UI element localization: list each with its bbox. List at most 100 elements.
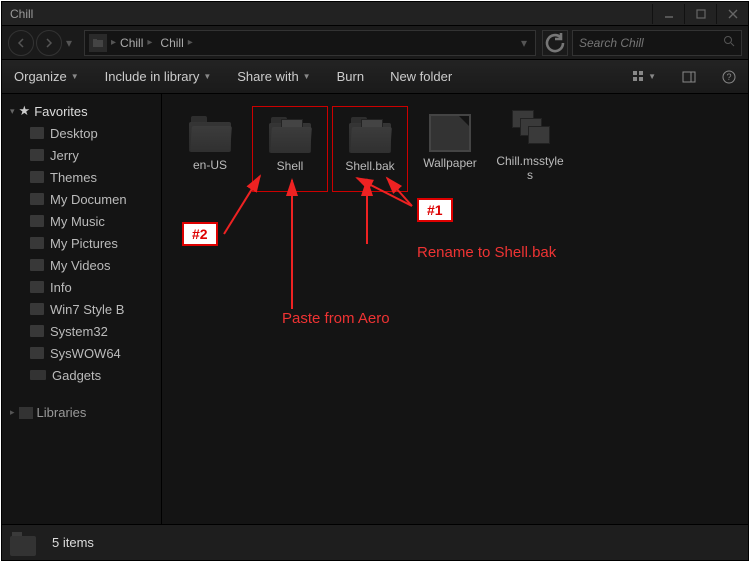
sidebar-libraries-header[interactable]: ▸ Libraries (2, 402, 161, 423)
folder-icon (30, 347, 44, 359)
refresh-button[interactable] (542, 30, 568, 56)
sidebar-item-my-music[interactable]: My Music (2, 210, 161, 232)
sidebar-favorites-header[interactable]: ▾ ★ Favorites (2, 100, 161, 122)
include-in-library-button[interactable]: Include in library▼ (105, 69, 212, 84)
sidebar-header-label: Libraries (37, 405, 87, 420)
sidebar-item-my-videos[interactable]: My Videos (2, 254, 161, 276)
folder-icon (187, 110, 233, 154)
folder-icon (89, 34, 107, 52)
annotation-callout-1: #1 (417, 198, 453, 222)
folder-icon (30, 215, 44, 227)
sidebar-item-jerry[interactable]: Jerry (2, 144, 161, 166)
folder-icon (30, 127, 44, 139)
sidebar-item-gadgets[interactable]: Gadgets (2, 364, 161, 386)
chevron-down-icon: ▼ (203, 72, 211, 81)
content-pane[interactable]: en-US Shell Shell.bak Wallpaper Chill.ms… (162, 94, 748, 530)
toolbar-label: Burn (337, 69, 364, 84)
file-label: Wallpaper (423, 156, 477, 184)
burn-button[interactable]: Burn (337, 69, 364, 84)
sidebar-item-label: SysWOW64 (50, 346, 121, 361)
sidebar-item-label: Gadgets (52, 368, 101, 383)
folder-icon (30, 149, 44, 161)
folder-icon (30, 171, 44, 183)
chevron-right-icon: ▸ (10, 407, 15, 418)
chevron-down-icon: ▾ (10, 106, 15, 117)
toolbar-label: Include in library (105, 69, 200, 84)
chevron-right-icon: ▸ (147, 37, 152, 48)
sidebar-item-my-pictures[interactable]: My Pictures (2, 232, 161, 254)
breadcrumb-segment[interactable]: Chill ▸ (116, 36, 156, 50)
folder-icon (10, 530, 38, 556)
folder-icon (30, 237, 44, 249)
view-options-button[interactable]: ▼ (632, 70, 656, 84)
msstyles-icon (508, 110, 552, 150)
file-item-wallpaper[interactable]: Wallpaper (412, 106, 488, 192)
sidebar-item-label: Win7 Style B (50, 302, 124, 317)
file-label: Chill.msstyles (494, 154, 566, 182)
breadcrumb[interactable]: ▸ Chill ▸ Chill ▸ ▾ (84, 30, 536, 56)
sidebar-item-label: My Music (50, 214, 105, 229)
annotation-text-paste: Paste from Aero (282, 310, 390, 327)
chevron-right-icon: ▸ (188, 37, 193, 48)
back-button[interactable] (8, 30, 34, 56)
folder-icon (30, 325, 44, 337)
file-label: Shell.bak (345, 159, 394, 187)
breadcrumb-label: Chill (120, 36, 143, 50)
new-folder-button[interactable]: New folder (390, 69, 452, 84)
chevron-down-icon: ▼ (303, 72, 311, 81)
annotation-callout-2: #2 (182, 222, 218, 246)
sidebar-item-label: My Pictures (50, 236, 118, 251)
folder-icon (30, 193, 44, 205)
sidebar-item-info[interactable]: Info (2, 276, 161, 298)
sidebar-item-win7-style[interactable]: Win7 Style B (2, 298, 161, 320)
folder-icon (30, 303, 44, 315)
folder-item-shell[interactable]: Shell (252, 106, 328, 192)
toolbar-label: Share with (237, 69, 298, 84)
sidebar-item-label: Desktop (50, 126, 98, 141)
sidebar-header-label: Favorites (34, 104, 87, 119)
title-bar: Chill (2, 2, 748, 26)
toolbar: Organize▼ Include in library▼ Share with… (2, 60, 748, 94)
folder-icon (30, 259, 44, 271)
folder-item-shell-bak[interactable]: Shell.bak (332, 106, 408, 192)
folder-item-en-us[interactable]: en-US (172, 106, 248, 192)
star-icon: ★ (19, 103, 31, 119)
sidebar-item-themes[interactable]: Themes (2, 166, 161, 188)
help-button[interactable]: ? (722, 70, 736, 84)
toolbar-label: New folder (390, 69, 452, 84)
breadcrumb-segment[interactable]: Chill ▸ (156, 36, 196, 50)
chevron-down-icon: ▼ (648, 72, 656, 81)
forward-button[interactable] (36, 30, 62, 56)
file-label: Shell (277, 159, 304, 187)
folder-icon (267, 111, 313, 155)
svg-text:?: ? (726, 72, 731, 82)
sidebar-item-label: My Videos (50, 258, 110, 273)
close-button[interactable] (716, 4, 748, 24)
file-label: en-US (193, 158, 227, 186)
sidebar: ▾ ★ Favorites Desktop Jerry Themes My Do… (2, 94, 162, 530)
sidebar-item-label: My Documen (50, 192, 127, 207)
sidebar-item-desktop[interactable]: Desktop (2, 122, 161, 144)
search-input[interactable] (579, 36, 719, 50)
minimize-button[interactable] (652, 4, 684, 24)
sidebar-item-label: Info (50, 280, 72, 295)
sidebar-item-label: Themes (50, 170, 97, 185)
file-item-chill-msstyles[interactable]: Chill.msstyles (492, 106, 568, 192)
status-bar: 5 items (2, 524, 748, 560)
search-box[interactable] (572, 30, 742, 56)
preview-pane-button[interactable] (682, 70, 696, 84)
chevron-down-icon: ▼ (71, 72, 79, 81)
sidebar-item-system32[interactable]: System32 (2, 320, 161, 342)
maximize-button[interactable] (684, 4, 716, 24)
breadcrumb-label: Chill (160, 36, 183, 50)
sidebar-item-label: Jerry (50, 148, 79, 163)
search-icon (723, 35, 735, 50)
share-with-button[interactable]: Share with ▼ (237, 69, 310, 84)
sidebar-item-my-documents[interactable]: My Documen (2, 188, 161, 210)
chevron-down-icon[interactable]: ▾ (521, 36, 527, 50)
window-title: Chill (10, 7, 652, 21)
history-dropdown-icon[interactable]: ▾ (66, 36, 78, 50)
sidebar-item-syswow64[interactable]: SysWOW64 (2, 342, 161, 364)
organize-button[interactable]: Organize▼ (14, 69, 79, 84)
status-count: 5 items (52, 535, 94, 550)
